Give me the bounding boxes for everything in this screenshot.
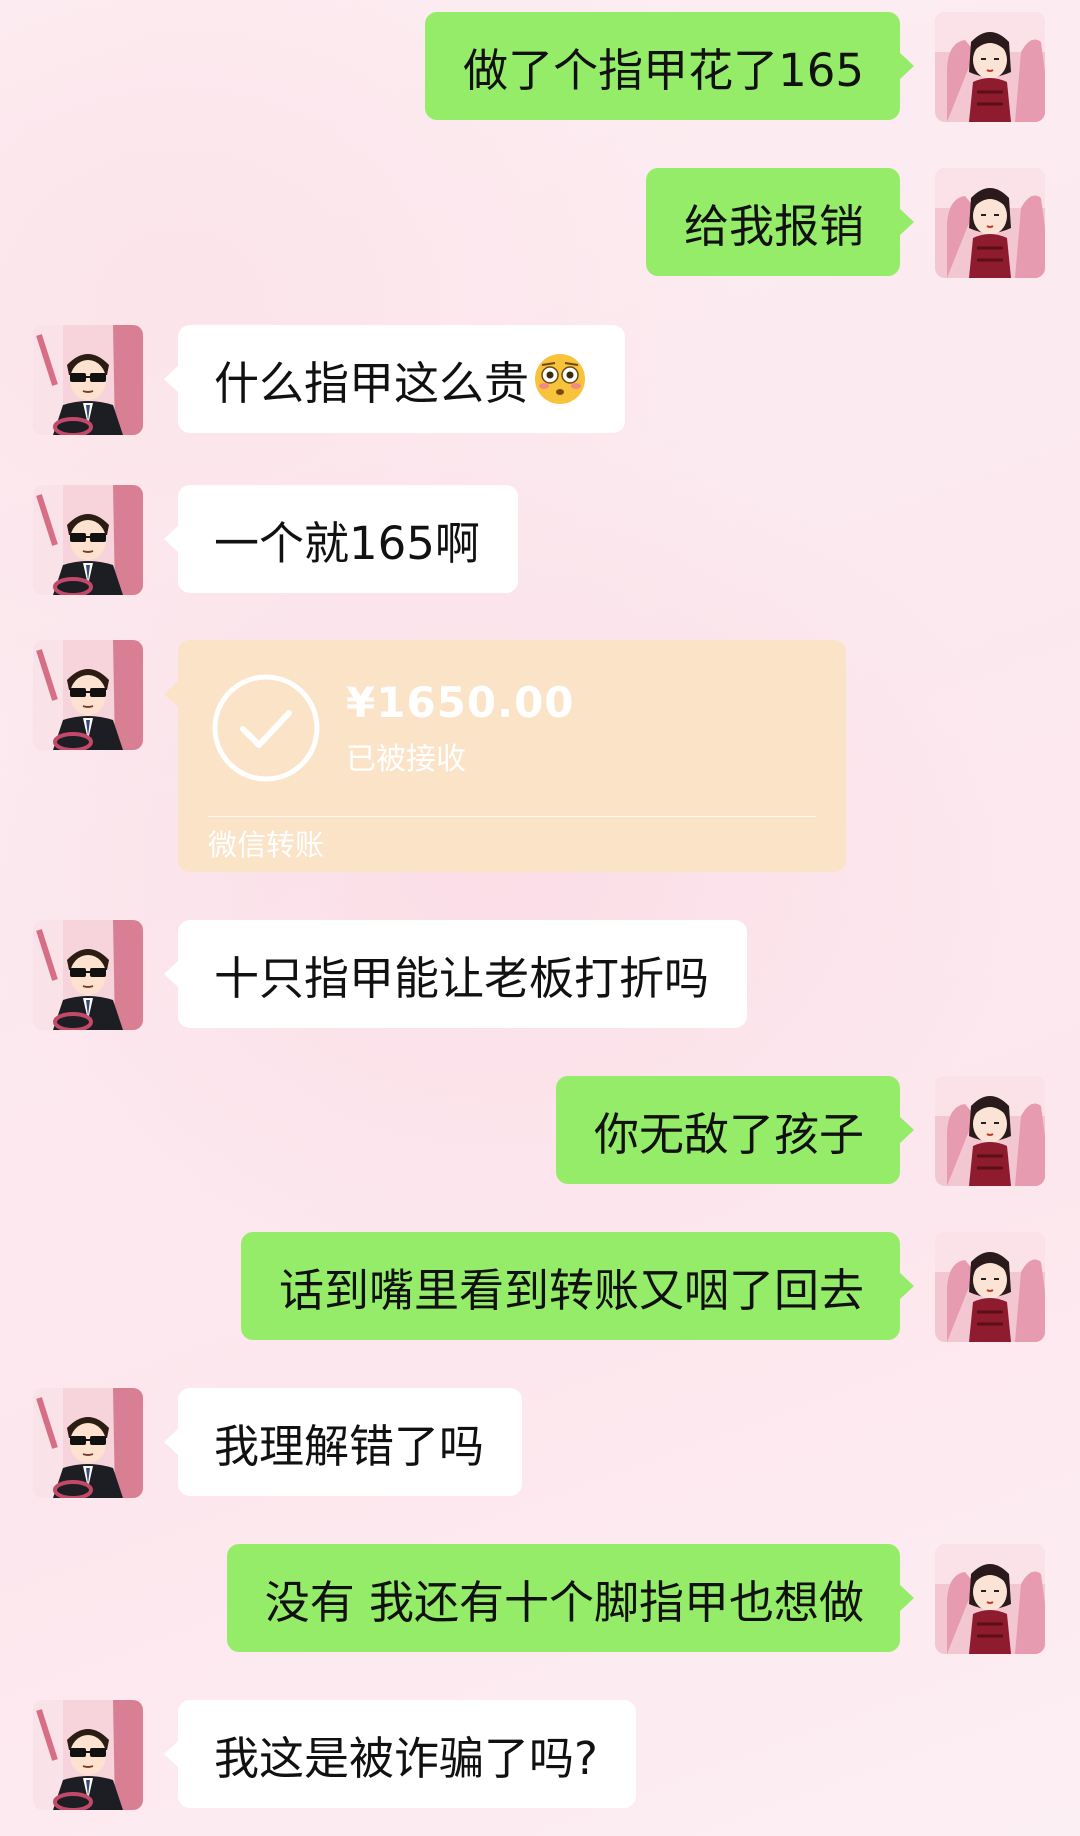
flushed-face-emoji-icon bbox=[533, 352, 587, 406]
message-text: 话到嘴里看到转账又咽了回去 bbox=[278, 1263, 864, 1317]
message-text: 我这是被诈骗了吗? bbox=[214, 1731, 598, 1785]
received-message-bubble[interactable]: 我这是被诈骗了吗? bbox=[164, 1700, 636, 1808]
message-text: 没有 我还有十个脚指甲也想做 bbox=[264, 1575, 864, 1629]
message-text: 你无敌了孩子 bbox=[593, 1107, 864, 1161]
message-text: 一个就165啊 bbox=[214, 516, 480, 570]
message-text: 十只指甲能让老板打折吗 bbox=[214, 951, 710, 1005]
my-avatar[interactable] bbox=[935, 12, 1045, 122]
boss-avatar[interactable] bbox=[33, 920, 143, 1030]
message-text: 做了个指甲花了165 bbox=[463, 43, 864, 97]
boss-avatar[interactable] bbox=[33, 1700, 143, 1810]
transfer-status: 已被接收 bbox=[346, 742, 466, 777]
transfer-amount: ¥1650.00 bbox=[346, 678, 575, 727]
message-text: 什么指甲这么贵 bbox=[214, 356, 530, 410]
my-avatar[interactable] bbox=[935, 168, 1045, 278]
sent-message-bubble[interactable]: 没有 我还有十个脚指甲也想做 bbox=[226, 1544, 915, 1652]
message-text: 给我报销 bbox=[683, 199, 864, 253]
received-message-bubble[interactable]: 什么指甲这么贵 bbox=[163, 325, 626, 433]
my-avatar[interactable] bbox=[935, 1544, 1045, 1654]
boss-avatar[interactable] bbox=[33, 485, 143, 595]
my-avatar[interactable] bbox=[935, 1232, 1045, 1342]
divider bbox=[208, 816, 816, 817]
sent-message-bubble[interactable]: 话到嘴里看到转账又咽了回去 bbox=[240, 1232, 915, 1340]
transfer-footer-label: 微信转账 bbox=[208, 828, 325, 862]
my-avatar[interactable] bbox=[935, 1076, 1045, 1186]
check-circle-icon bbox=[212, 674, 320, 782]
sent-message-bubble[interactable]: 做了个指甲花了165 bbox=[425, 12, 914, 120]
received-message-bubble[interactable]: 十只指甲能让老板打折吗 bbox=[163, 920, 748, 1028]
boss-avatar[interactable] bbox=[33, 640, 143, 750]
sent-message-bubble[interactable]: 你无敌了孩子 bbox=[555, 1076, 915, 1184]
received-message-bubble[interactable]: 一个就165啊 bbox=[164, 485, 518, 593]
boss-avatar[interactable] bbox=[33, 1388, 143, 1498]
sent-message-bubble[interactable]: 给我报销 bbox=[645, 168, 915, 276]
received-message-bubble[interactable]: 我理解错了吗 bbox=[163, 1388, 523, 1496]
wechat-transfer-card[interactable]: ¥1650.00 已被接收 微信转账 bbox=[164, 640, 846, 872]
boss-avatar[interactable] bbox=[33, 325, 143, 435]
message-text: 我理解错了吗 bbox=[214, 1419, 485, 1473]
